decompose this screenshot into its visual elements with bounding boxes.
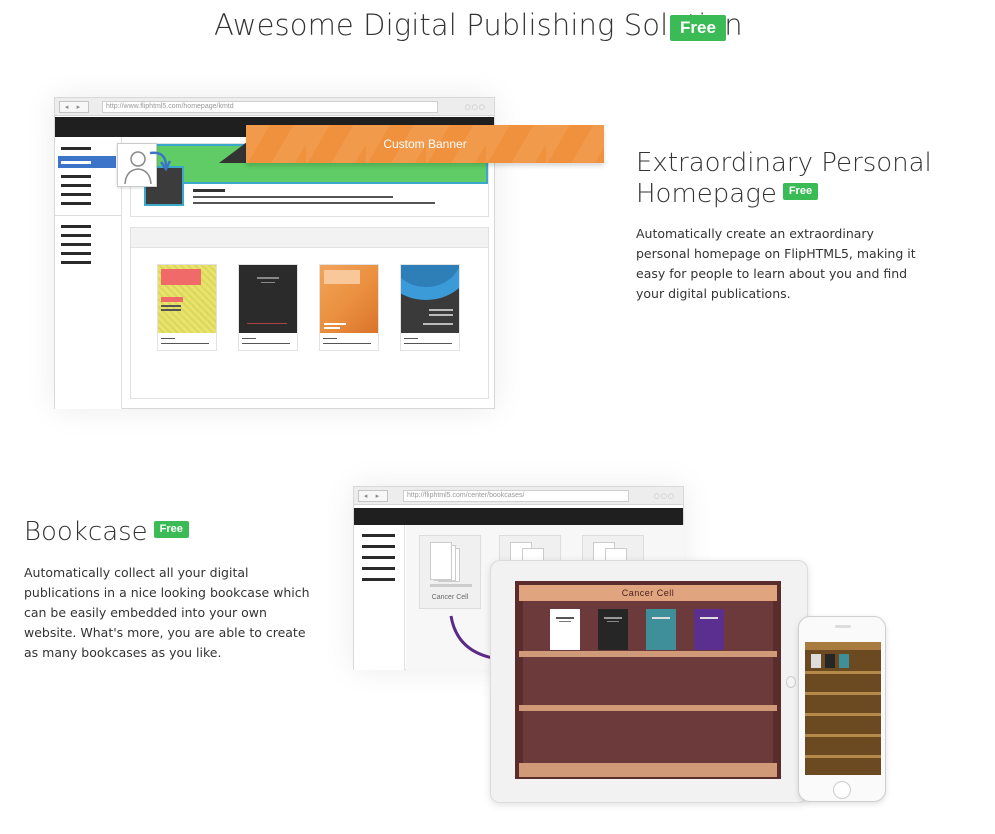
- custom-banner: Custom Banner: [246, 125, 604, 163]
- book-card: [400, 264, 460, 351]
- homepage-title-line2: Homepage: [636, 179, 777, 209]
- bookcase-sidebar: [354, 525, 405, 670]
- shelf-book-purple: [694, 609, 724, 650]
- shelf-row: [523, 657, 773, 705]
- replace-arrow-icon: [146, 148, 172, 174]
- free-badge: Free: [153, 521, 189, 538]
- book-card: [238, 264, 298, 351]
- browser-nav-buttons: ◂ ▸: [59, 101, 89, 113]
- bookcase-title-text: Bookcase: [24, 517, 148, 547]
- homepage-sidebar: [55, 137, 122, 409]
- phone-home-button-icon: [833, 781, 851, 799]
- browser-toolbar: ◂ ▸ http://fliphtml5.com/center/bookcase…: [354, 487, 683, 505]
- phone-bookcase: [805, 642, 881, 775]
- book-card: [157, 264, 217, 351]
- shelf-book-black: [598, 609, 628, 650]
- browser-topbar: [354, 508, 683, 525]
- window-controls-icon: ○○○: [464, 103, 486, 111]
- book-cover-dark: [239, 265, 297, 333]
- bookcase-title: Cancer Cell: [519, 585, 777, 601]
- window-controls-icon: ○○○: [653, 492, 675, 500]
- bookcase-card: Cancer Cell: [419, 535, 481, 609]
- browser-url-field: http://www.fliphtml5.com/homepage/kmtd: [102, 101, 438, 113]
- shelf-book-teal: [646, 609, 676, 650]
- book-cover-orange: [320, 265, 378, 333]
- bookcase-section-description: Automatically collect all your digital p…: [24, 565, 310, 660]
- homepage-section-title: Extraordinary Personal Homepage Free: [636, 148, 932, 210]
- browser-toolbar: ◂ ▸ http://www.fliphtml5.com/homepage/km…: [55, 98, 494, 116]
- shelf-plank: [519, 763, 777, 777]
- homepage-section-description: Automatically create an extraordinary pe…: [636, 226, 916, 301]
- book-card: [319, 264, 379, 351]
- shelf-book-white: [550, 609, 580, 650]
- book-cover-earth: [401, 265, 459, 333]
- shelf-row: [523, 711, 773, 763]
- bookcase-section-title: Bookcase Free: [24, 517, 189, 548]
- browser-url-field: http://fliphtml5.com/center/bookcases/: [403, 490, 629, 502]
- browser-nav-buttons: ◂ ▸: [358, 490, 388, 502]
- free-badge: Free: [670, 15, 726, 41]
- publications-panel: [130, 227, 489, 399]
- tablet-side-button: [786, 676, 796, 688]
- free-badge: Free: [782, 183, 819, 200]
- phone-device: [798, 616, 886, 802]
- bookcase-card-label: Cancer Cell: [431, 594, 469, 601]
- homepage-title-line1: Extraordinary Personal: [636, 148, 932, 178]
- book-cover-yellow: [158, 265, 216, 333]
- page-title: Awesome Digital Publishing Solution: [214, 8, 743, 42]
- banner-shadow: [219, 142, 247, 163]
